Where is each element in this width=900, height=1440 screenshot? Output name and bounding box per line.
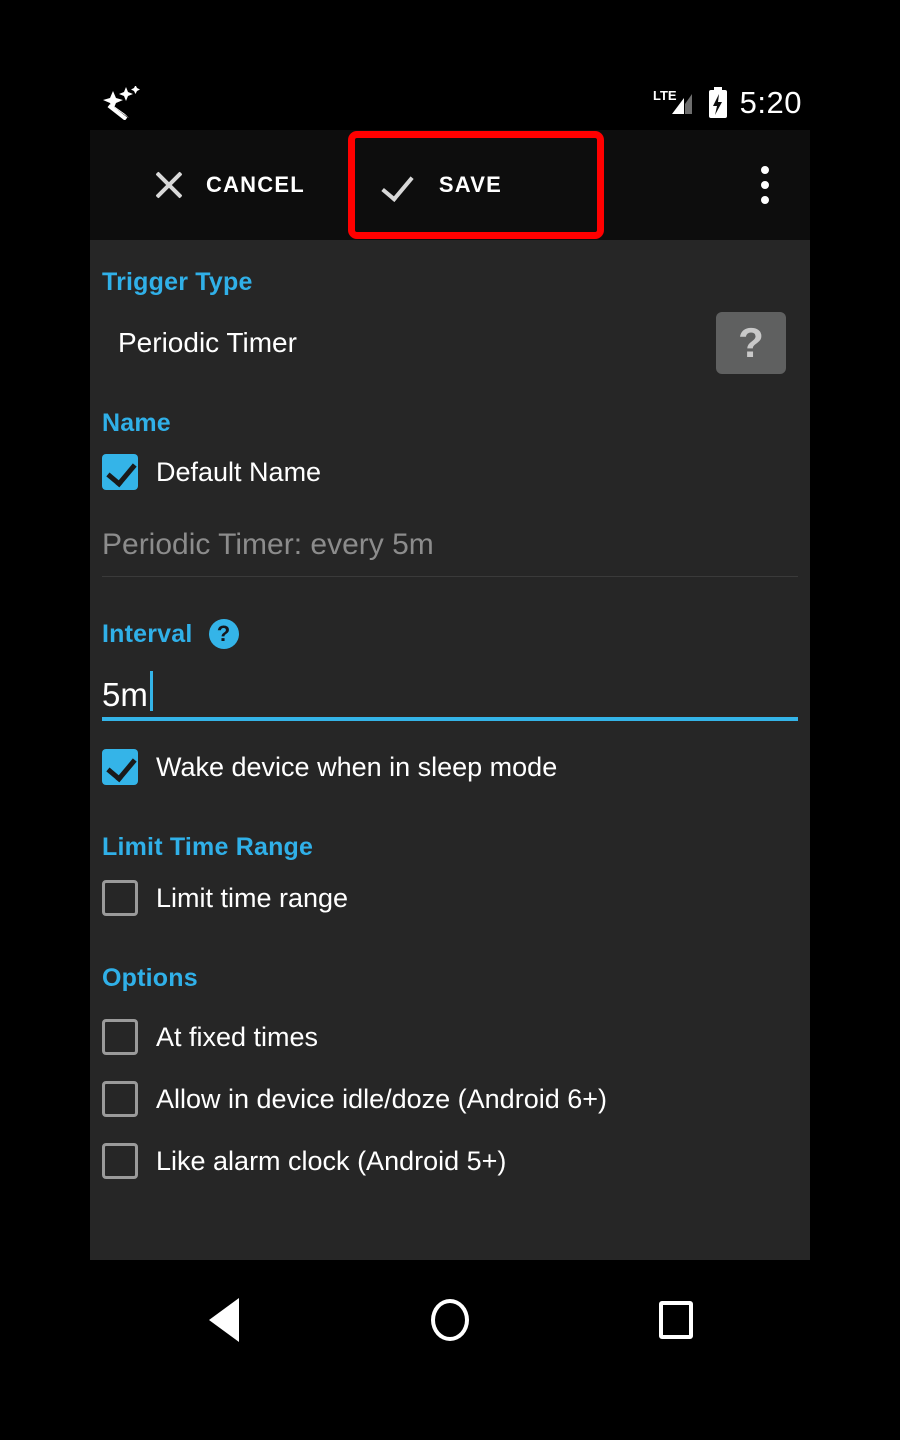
network-type-label: LTE: [653, 88, 677, 103]
interval-input-value: 5m: [102, 676, 148, 713]
option-like-alarm-clock-row[interactable]: Like alarm clock (Android 5+): [102, 1143, 798, 1179]
at-fixed-times-checkbox[interactable]: [102, 1019, 138, 1055]
interval-section-label: Interval: [102, 619, 193, 648]
question-mark-icon: ?: [738, 319, 764, 366]
at-fixed-times-label: At fixed times: [156, 1021, 319, 1052]
trigger-type-section-label: Trigger Type: [102, 268, 253, 296]
save-button-label: SAVE: [438, 172, 502, 197]
close-x-icon: [152, 168, 186, 202]
status-bar-clock: 5:20: [739, 84, 802, 120]
interval-section-header: Interval ?: [102, 619, 798, 649]
android-navigation-bar: [0, 1265, 900, 1375]
signal-bars-icon: LTE: [652, 86, 696, 120]
cancel-button-label: CANCEL: [206, 172, 305, 197]
trigger-config-form: Trigger Type Periodic Timer ? Name Defau…: [90, 240, 810, 1260]
option-at-fixed-times-row[interactable]: At fixed times: [102, 1019, 798, 1055]
trigger-type-value[interactable]: Periodic Timer: [102, 327, 798, 359]
like-alarm-clock-label: Like alarm clock (Android 5+): [156, 1145, 507, 1176]
status-bar-notifications: [98, 84, 652, 121]
square-recents-icon: [659, 1301, 693, 1339]
allow-idle-doze-label: Allow in device idle/doze (Android 6+): [156, 1083, 607, 1114]
default-name-label: Default Name: [156, 456, 322, 487]
wake-device-checkbox[interactable]: [102, 749, 138, 785]
text-caret: [149, 671, 153, 711]
name-input-row[interactable]: Periodic Timer: every 5m: [102, 528, 798, 577]
name-section: Name Default Name Periodic Timer: every …: [102, 409, 798, 577]
default-name-checkbox-row[interactable]: Default Name: [102, 454, 798, 490]
status-bar-indicators: LTE 5:20: [652, 85, 802, 121]
limit-time-range-checkbox-row[interactable]: Limit time range: [102, 880, 798, 916]
limit-time-range-section: Limit Time Range Limit time range: [102, 833, 798, 916]
phone-screen: LTE 5:20 CANCEL SAVE Trigger Type Period…: [0, 0, 900, 1440]
like-alarm-clock-checkbox[interactable]: [102, 1143, 138, 1179]
options-section-label: Options: [102, 964, 198, 992]
name-section-label: Name: [102, 409, 171, 437]
overflow-menu-button[interactable]: [748, 163, 782, 207]
more-vertical-icon-dot: [761, 181, 769, 189]
interval-section: Interval ? 5m Wake device when in sleep …: [102, 619, 798, 785]
trigger-type-section: Trigger Type Periodic Timer ?: [102, 240, 798, 374]
nav-recents-button[interactable]: [648, 1292, 704, 1348]
circle-home-icon: [431, 1299, 469, 1341]
option-allow-idle-doze-row[interactable]: Allow in device idle/doze (Android 6+): [102, 1081, 798, 1117]
nav-home-button[interactable]: [422, 1292, 478, 1348]
app-toolbar: CANCEL SAVE: [90, 130, 810, 240]
limit-time-range-checkbox[interactable]: [102, 880, 138, 916]
name-input-placeholder: Periodic Timer: every 5m: [102, 528, 434, 561]
nav-back-button[interactable]: [196, 1292, 252, 1348]
options-section: Options At fixed times Allow in device i…: [102, 964, 798, 1179]
magic-wand-icon: [98, 84, 142, 121]
triangle-back-icon: [209, 1298, 239, 1342]
checkmark-icon: [385, 168, 419, 202]
more-vertical-icon-dot: [761, 196, 769, 204]
battery-charging-icon: [706, 86, 730, 120]
status-bar: LTE 5:20: [90, 75, 810, 130]
cancel-button[interactable]: CANCEL: [152, 168, 305, 202]
question-circle-icon: ?: [216, 621, 231, 646]
wake-device-checkbox-row[interactable]: Wake device when in sleep mode: [102, 749, 798, 785]
save-button[interactable]: SAVE: [385, 168, 502, 202]
interval-help-button[interactable]: ?: [208, 619, 239, 649]
more-vertical-icon-dot: [761, 166, 769, 174]
allow-idle-doze-checkbox[interactable]: [102, 1081, 138, 1117]
wake-device-label: Wake device when in sleep mode: [156, 751, 558, 782]
limit-time-range-label: Limit time range: [156, 882, 349, 913]
limit-time-range-section-label: Limit Time Range: [102, 833, 314, 861]
default-name-checkbox[interactable]: [102, 454, 138, 490]
interval-input[interactable]: 5m: [102, 671, 798, 721]
trigger-type-help-button[interactable]: ?: [716, 312, 786, 374]
